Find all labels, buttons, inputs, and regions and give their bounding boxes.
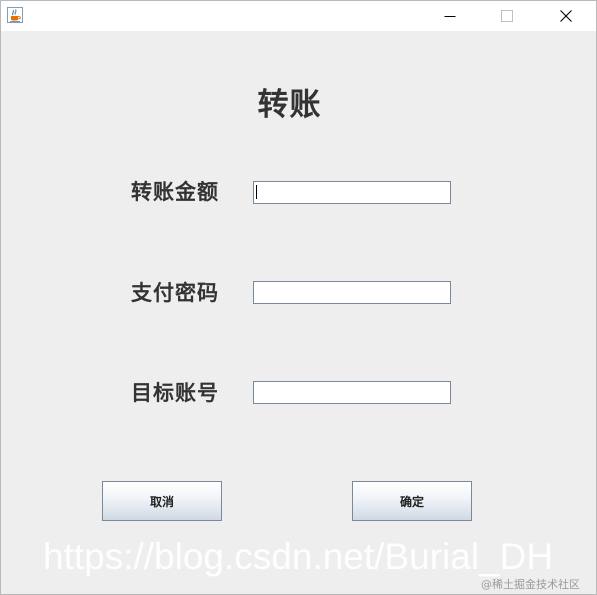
maximize-icon: [501, 10, 513, 22]
app-window: 转账 转账金额 支付密码 目标账号 取消 确定 https://blog.csd…: [0, 0, 597, 595]
watermark-text: https://blog.csdn.net/Burial_DH: [43, 536, 554, 577]
title-bar[interactable]: [1, 1, 596, 31]
form-panel: 转账 转账金额 支付密码 目标账号 取消 确定 https://blog.csd…: [1, 31, 596, 594]
amount-field-wrapper: [253, 181, 451, 204]
close-button[interactable]: [543, 1, 589, 31]
ok-button[interactable]: 确定: [352, 481, 472, 521]
amount-input[interactable]: [253, 181, 451, 204]
minimize-button[interactable]: [427, 1, 473, 31]
password-label: 支付密码: [131, 280, 219, 305]
maximize-button[interactable]: [484, 1, 530, 31]
credit-text: @稀土掘金技术社区: [481, 578, 580, 591]
page-title: 转账: [257, 87, 322, 123]
password-input[interactable]: [253, 281, 451, 304]
text-caret: [256, 185, 257, 199]
amount-label: 转账金额: [131, 179, 219, 204]
close-icon: [560, 10, 572, 22]
java-coffee-icon[interactable]: [7, 7, 23, 23]
target-account-input[interactable]: [253, 381, 451, 404]
cancel-button[interactable]: 取消: [102, 481, 222, 521]
minimize-icon: [444, 16, 456, 17]
target-account-label: 目标账号: [131, 380, 219, 405]
